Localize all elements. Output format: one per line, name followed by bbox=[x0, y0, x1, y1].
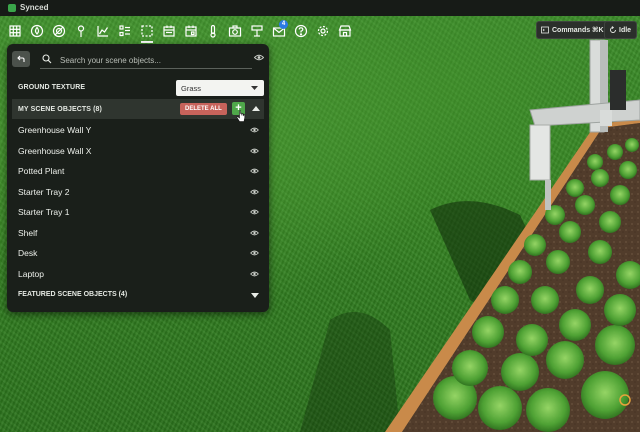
chevron-up-icon[interactable] bbox=[252, 106, 260, 111]
list-item[interactable]: Potted Plant bbox=[12, 161, 264, 182]
object-name: Laptop bbox=[18, 268, 44, 279]
my-scene-objects-header[interactable]: MY SCENE OBJECTS (8) DELETE ALL + bbox=[12, 99, 264, 119]
list-icon[interactable] bbox=[114, 20, 136, 42]
commands-label: Commands ⌘K bbox=[552, 27, 604, 34]
calendar-event-icon[interactable] bbox=[180, 20, 202, 42]
object-name: Greenhouse Wall Y bbox=[18, 125, 92, 135]
target-icon[interactable] bbox=[48, 20, 70, 42]
scene-object-list: Greenhouse Wall Y Greenhouse Wall X Pott… bbox=[12, 120, 264, 284]
eye-icon[interactable] bbox=[250, 127, 259, 133]
visibility-toggle-all-icon[interactable] bbox=[254, 54, 264, 61]
messages-icon[interactable]: 4 bbox=[268, 20, 290, 42]
featured-scene-objects-header[interactable]: FEATURED SCENE OBJECTS (4) bbox=[18, 291, 127, 298]
eye-icon[interactable] bbox=[250, 168, 259, 174]
scale-icon[interactable] bbox=[246, 20, 268, 42]
object-name: Desk bbox=[18, 248, 38, 258]
commands-button[interactable]: Commands ⌘K bbox=[536, 21, 611, 39]
list-item[interactable]: Desk bbox=[12, 243, 264, 264]
eye-icon[interactable] bbox=[250, 271, 259, 277]
eye-icon[interactable] bbox=[250, 250, 259, 256]
list-item[interactable]: Starter Tray 2 bbox=[12, 182, 264, 203]
mouse-cursor-icon bbox=[236, 110, 246, 122]
settings-icon[interactable] bbox=[312, 20, 334, 42]
chevron-down-icon bbox=[251, 86, 258, 90]
ground-texture-select[interactable]: Grass bbox=[176, 80, 264, 96]
chart-icon[interactable] bbox=[92, 20, 114, 42]
list-item[interactable]: Greenhouse Wall X bbox=[12, 141, 264, 162]
grid-icon[interactable] bbox=[4, 20, 26, 42]
sync-status-text: Synced bbox=[20, 3, 49, 12]
sensor-pin-icon[interactable] bbox=[70, 20, 92, 42]
my-scene-objects-label: MY SCENE OBJECTS (8) bbox=[18, 106, 102, 113]
object-name: Starter Tray 2 bbox=[18, 186, 70, 197]
top-status-bar: Synced bbox=[0, 0, 640, 16]
select-box-icon[interactable] bbox=[136, 20, 158, 43]
object-name: Starter Tray 1 bbox=[18, 207, 70, 217]
store-icon[interactable] bbox=[334, 20, 356, 42]
help-icon[interactable] bbox=[290, 20, 312, 42]
list-item[interactable]: Laptop bbox=[12, 264, 264, 285]
delete-all-button[interactable]: DELETE ALL bbox=[180, 103, 227, 115]
object-name: Greenhouse Wall X bbox=[18, 145, 92, 156]
search-bar bbox=[40, 50, 252, 69]
object-name: Shelf bbox=[18, 227, 38, 238]
messages-count-badge: 4 bbox=[279, 20, 288, 29]
ground-texture-value: Grass bbox=[181, 84, 202, 93]
object-name: Potted Plant bbox=[18, 166, 65, 176]
list-item[interactable]: Greenhouse Wall Y bbox=[12, 120, 264, 141]
eye-icon[interactable] bbox=[250, 230, 259, 236]
idle-label: Idle bbox=[619, 26, 632, 34]
list-item[interactable]: Starter Tray 1 bbox=[12, 202, 264, 223]
commands-icon bbox=[541, 26, 549, 34]
chevron-down-icon[interactable] bbox=[251, 293, 259, 298]
sync-status-icon bbox=[8, 4, 16, 12]
back-button[interactable] bbox=[12, 51, 30, 67]
idle-status-button[interactable]: Idle bbox=[604, 21, 638, 39]
leaf-icon[interactable] bbox=[26, 20, 48, 42]
refresh-icon bbox=[610, 26, 616, 33]
thermometer-icon[interactable] bbox=[202, 20, 224, 42]
calendar-icon[interactable] bbox=[158, 20, 180, 42]
search-input[interactable] bbox=[58, 51, 242, 69]
eye-icon[interactable] bbox=[250, 148, 259, 154]
search-icon bbox=[42, 54, 52, 64]
back-arrow-icon bbox=[17, 55, 25, 62]
eye-icon[interactable] bbox=[250, 209, 259, 215]
ground-texture-label: GROUND TEXTURE bbox=[18, 84, 86, 91]
camera-icon[interactable] bbox=[224, 20, 246, 42]
eye-icon[interactable] bbox=[250, 189, 259, 195]
list-item[interactable]: Shelf bbox=[12, 223, 264, 244]
main-toolbar: 4 bbox=[4, 20, 356, 43]
scene-objects-panel: GROUND TEXTURE Grass MY SCENE OBJECTS (8… bbox=[7, 44, 269, 312]
